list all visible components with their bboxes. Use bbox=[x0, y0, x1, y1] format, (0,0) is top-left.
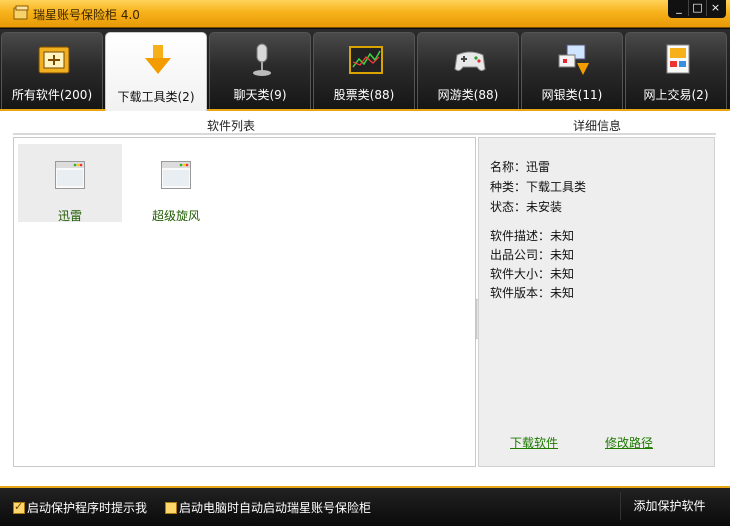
download-software-link[interactable]: 下载软件 bbox=[510, 434, 558, 451]
window-title: 瑞星账号保险柜 4.0 bbox=[33, 8, 140, 22]
software-list-header: 软件列表 bbox=[207, 119, 256, 133]
checkbox-unchecked-icon bbox=[165, 501, 177, 514]
tab-label: 聊天类(9) bbox=[233, 88, 287, 102]
maximize-button[interactable]: □ bbox=[688, 0, 706, 16]
tab-online-banking[interactable]: 网银类(11) bbox=[521, 32, 623, 109]
detail-name: 名称：迅雷 bbox=[490, 160, 551, 174]
add-protected-software-button[interactable]: 添加保护软件 bbox=[620, 492, 718, 520]
software-item-xunlei[interactable]: 迅雷 bbox=[18, 144, 122, 223]
details-panel: 名称：迅雷 种类：下载工具类 状态：未安装 软件描述：未知 出品公司：未知 软件… bbox=[478, 137, 715, 467]
checkbox-checked-icon: ✓ bbox=[13, 499, 25, 514]
software-list[interactable]: 迅雷 超级旋风 bbox=[13, 137, 476, 467]
application-window-icon bbox=[55, 161, 85, 189]
detail-category: 种类：下载工具类 bbox=[490, 180, 587, 194]
software-item-name: 超级旋风 bbox=[151, 209, 200, 223]
minimize-button[interactable]: _ bbox=[670, 0, 688, 16]
stock-chart-icon bbox=[349, 46, 383, 74]
application-window-icon bbox=[161, 161, 191, 189]
category-tab-bar: 所有软件(200) 下载工具类(2) 聊天类(9) 股票类(88) 网游类(88… bbox=[0, 29, 730, 111]
window-controls: _ □ × bbox=[668, 0, 726, 18]
download-arrow-icon bbox=[145, 45, 171, 74]
header-divider bbox=[13, 133, 716, 135]
tab-chat[interactable]: 聊天类(9) bbox=[209, 32, 311, 109]
tab-all-software[interactable]: 所有软件(200) bbox=[1, 32, 103, 109]
tab-download-tools[interactable]: 下载工具类(2) bbox=[105, 32, 207, 111]
tab-label: 网游类(88) bbox=[437, 88, 499, 102]
details-header: 详细信息 bbox=[573, 119, 622, 133]
checkbox-label: 启动电脑时自动启动瑞星账号保险柜 bbox=[179, 501, 372, 515]
online-banking-icon bbox=[558, 44, 589, 75]
checkbox-label: 启动保护程序时提示我 bbox=[27, 501, 148, 515]
tab-label: 所有软件(200) bbox=[11, 88, 93, 102]
tab-stocks[interactable]: 股票类(88) bbox=[313, 32, 415, 109]
footer-bar: ✓ 启动保护程序时提示我 启动电脑时自动启动瑞星账号保险柜 添加保护软件 bbox=[0, 486, 730, 526]
detail-status: 状态：未安装 bbox=[490, 200, 563, 214]
software-item-qq-xuanfeng[interactable]: 超级旋风 bbox=[124, 144, 228, 223]
autostart-checkbox[interactable]: 启动电脑时自动启动瑞星账号保险柜 bbox=[165, 499, 371, 516]
close-button[interactable]: × bbox=[706, 0, 724, 16]
prompt-on-start-checkbox[interactable]: ✓ 启动保护程序时提示我 bbox=[13, 499, 147, 516]
tab-online-games[interactable]: 网游类(88) bbox=[417, 32, 519, 109]
tab-label: 网银类(11) bbox=[541, 88, 603, 102]
title-bar: 瑞星账号保险柜 4.0 _ □ × bbox=[0, 0, 730, 28]
change-path-link[interactable]: 修改路径 bbox=[605, 434, 653, 451]
tab-online-trade[interactable]: 网上交易(2) bbox=[625, 32, 727, 109]
tab-label: 下载工具类(2) bbox=[117, 90, 195, 104]
detail-description: 软件描述：未知 bbox=[490, 229, 575, 243]
tab-label: 股票类(88) bbox=[333, 88, 395, 102]
microphone-icon bbox=[253, 43, 271, 76]
main-panel: 软件列表 详细信息 迅雷 超级旋风 › 名称：迅雷 种类：下载工具 bbox=[0, 111, 730, 486]
software-box-icon bbox=[38, 46, 70, 74]
detail-version: 软件版本：未知 bbox=[490, 286, 575, 300]
online-trade-icon bbox=[666, 44, 690, 74]
gamepad-icon bbox=[454, 51, 486, 72]
detail-company: 出品公司：未知 bbox=[490, 248, 575, 262]
software-item-name: 迅雷 bbox=[57, 209, 82, 223]
detail-size: 软件大小：未知 bbox=[490, 267, 575, 281]
safe-box-icon bbox=[13, 5, 29, 20]
tab-label: 网上交易(2) bbox=[643, 88, 709, 102]
